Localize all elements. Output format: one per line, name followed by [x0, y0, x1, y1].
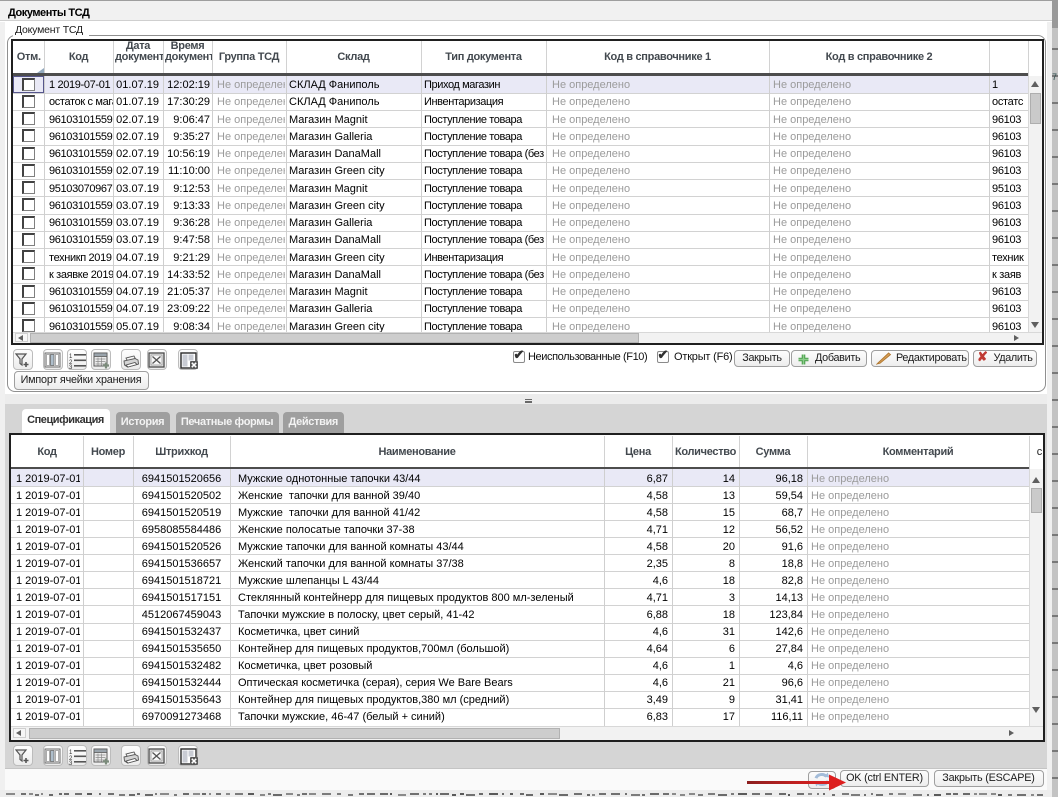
svg-text:3: 3 — [69, 761, 73, 765]
svg-text:3: 3 — [69, 365, 73, 369]
